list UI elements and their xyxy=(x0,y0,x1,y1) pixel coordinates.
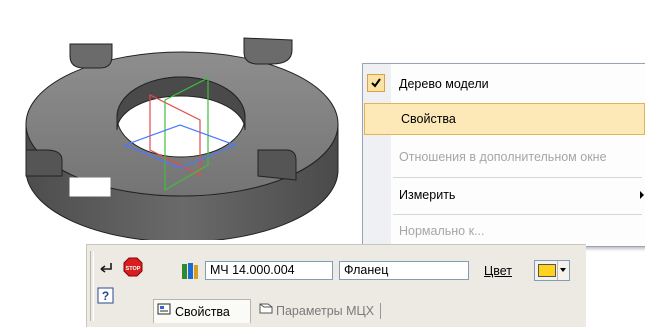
color-label: Цвет xyxy=(484,264,513,278)
notch-left xyxy=(25,149,63,177)
color-picker[interactable] xyxy=(534,260,570,281)
menu-separator xyxy=(393,177,642,178)
tab-divider xyxy=(380,303,382,319)
svg-text:STOP: STOP xyxy=(126,266,141,272)
menu-item-label: Свойства xyxy=(401,112,456,126)
notch-right xyxy=(243,37,293,65)
tab-label: Параметры МЦХ xyxy=(276,304,375,318)
menu-item-label: Дерево модели xyxy=(399,77,489,91)
context-menu: Дерево модели Свойства Отношения в допол… xyxy=(362,63,645,247)
menu-item-label: Измерить xyxy=(399,188,456,202)
property-bar: STOP ? МЧ 14.000.004 Фланец Цвет Свойств… xyxy=(86,244,586,327)
menu-item-label: Отношения в дополнительном окне xyxy=(399,150,607,164)
notch-bottom-left xyxy=(69,177,111,197)
menu-item-measure[interactable]: Измерить xyxy=(363,180,645,210)
chevron-down-icon[interactable] xyxy=(557,261,569,280)
tab-mass-params[interactable]: Параметры МЦХ xyxy=(255,299,415,323)
svg-text:?: ? xyxy=(102,289,109,303)
properties-icon xyxy=(157,300,173,324)
stop-icon[interactable]: STOP xyxy=(122,256,144,278)
menu-item-normal-to[interactable]: Нормально к... xyxy=(363,216,645,246)
menu-separator xyxy=(393,214,642,215)
notch-right-low xyxy=(257,149,297,181)
property-tabs: Свойства Параметры МЦХ xyxy=(153,299,586,323)
menu-item-properties[interactable]: Свойства xyxy=(364,103,645,135)
checkmark-icon xyxy=(367,74,385,92)
library-icon[interactable] xyxy=(179,260,201,282)
help-icon[interactable]: ? xyxy=(95,285,117,307)
property-bar-left-tools: STOP ? xyxy=(87,245,153,327)
notch-top xyxy=(69,43,113,69)
color-swatch-fill xyxy=(538,264,556,277)
submenu-arrow-icon xyxy=(640,191,644,199)
designation-field[interactable]: МЧ 14.000.004 xyxy=(205,261,333,280)
menu-item-relations[interactable]: Отношения в дополнительном окне xyxy=(363,142,645,172)
mass-params-icon xyxy=(258,299,274,323)
tab-properties[interactable]: Свойства xyxy=(153,299,251,323)
menu-item-label: Нормально к... xyxy=(399,224,485,238)
name-field[interactable]: Фланец xyxy=(339,261,469,280)
enter-icon[interactable] xyxy=(95,257,117,279)
menu-item-model-tree[interactable]: Дерево модели xyxy=(363,69,645,99)
toolbar-gripper xyxy=(90,251,94,321)
tab-label: Свойства xyxy=(175,304,230,319)
